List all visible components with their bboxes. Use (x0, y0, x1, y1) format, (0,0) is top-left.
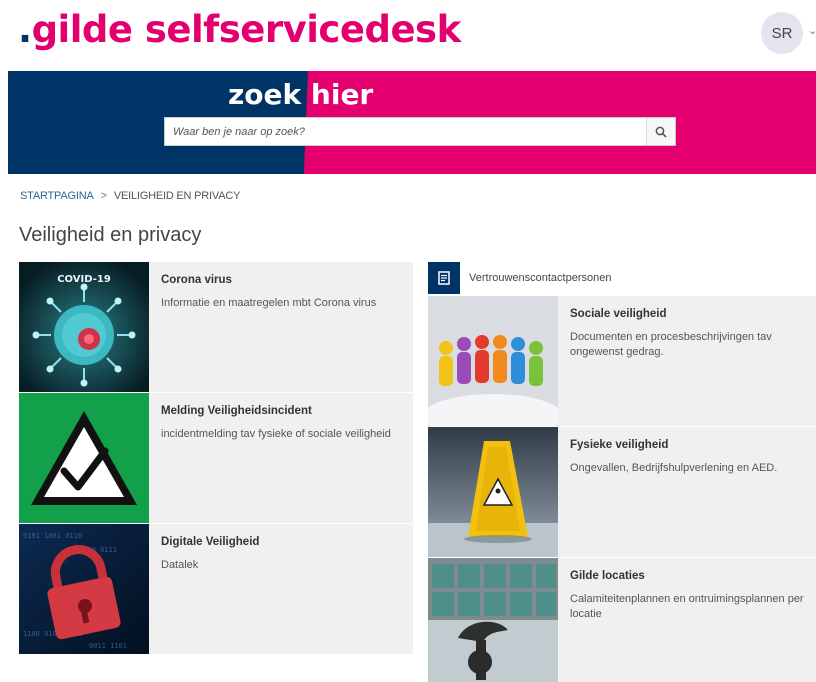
padlock-image: 0101 1001 0110 1010 0111 1100 0101 1011 … (19, 524, 149, 654)
card-description: Ongevallen, Bedrijfshulpverlening en AED… (570, 462, 778, 474)
breadcrumb-home[interactable]: STARTPAGINA (20, 190, 94, 202)
breadcrumb: STARTPAGINA > VEILIGHEID EN PRIVACY (20, 190, 240, 202)
breadcrumb-separator: > (100, 190, 107, 202)
card-title: Fysieke veiligheid (570, 439, 669, 451)
card-gilde-locaties[interactable]: Gilde locaties Calamiteitenplannen en on… (428, 558, 816, 682)
card-fysieke-veiligheid[interactable]: Fysieke veiligheid Ongevallen, Bedrijfsh… (428, 427, 816, 557)
search-input[interactable] (165, 118, 645, 145)
vertrouwenscontactpersonen-link[interactable]: Vertrouwenscontactpersonen (428, 262, 816, 294)
card-title: Corona virus (161, 274, 232, 286)
card-title: Gilde locaties (570, 570, 645, 582)
card-title: Sociale veiligheid (570, 308, 667, 320)
search-button[interactable] (646, 118, 675, 145)
page-title: Veiligheid en privacy (19, 224, 202, 246)
vertrouwenscontactpersonen-label: Vertrouwenscontactpersonen (469, 272, 612, 284)
covid-caption: COVID-19 (57, 274, 111, 285)
search-banner-title: zoek hier (228, 78, 373, 111)
card-melding-veiligheidsincident[interactable]: Melding Veiligheidsincident incidentmeld… (19, 393, 413, 523)
building-image (428, 558, 558, 682)
logo-text: gilde selfservicedesk (31, 8, 462, 51)
document-icon (428, 262, 460, 294)
breadcrumb-current: VEILIGHEID EN PRIVACY (113, 190, 241, 202)
user-avatar[interactable]: SR (761, 12, 803, 54)
card-title: Melding Veiligheidsincident (161, 405, 312, 417)
search-box (164, 117, 676, 146)
card-description: Datalek (161, 559, 199, 571)
card-description: Calamiteitenplannen en ontruimingsplanne… (570, 593, 804, 620)
card-description: incidentmelding tav fysieke of sociale v… (161, 428, 391, 440)
search-banner-title-zoek: zoek (228, 78, 311, 111)
svg-text:0101 1001 0110: 0101 1001 0110 (23, 532, 82, 540)
card-digitale-veiligheid[interactable]: 0101 1001 0110 1010 0111 1100 0101 1011 … (19, 524, 413, 654)
wet-floor-sign-image (428, 427, 558, 557)
warning-sign-image (19, 393, 149, 523)
card-description: Informatie en maatregelen mbt Corona vir… (161, 297, 377, 309)
site-logo[interactable]: .gilde selfservicedesk (18, 8, 461, 51)
top-bar: .gilde selfservicedesk SR ⌄ (0, 0, 816, 68)
card-sociale-veiligheid[interactable]: Sociale veiligheid Documenten en procesb… (428, 296, 816, 426)
search-banner-title-hier: hier (310, 78, 374, 111)
card-corona-virus[interactable]: COVID-19 Corona virus Informatie en maat… (19, 262, 413, 392)
card-title: Digitale Veiligheid (161, 536, 260, 548)
logo-dot: . (18, 8, 32, 51)
people-figures-image (428, 296, 558, 426)
search-icon (655, 126, 667, 138)
svg-text:0011 1101: 0011 1101 (89, 642, 127, 650)
corona-virus-image: COVID-19 (19, 262, 149, 392)
avatar-dropdown-icon[interactable]: ⌄ (808, 24, 816, 37)
card-description: Documenten en procesbeschrijvingen tav o… (570, 331, 772, 358)
